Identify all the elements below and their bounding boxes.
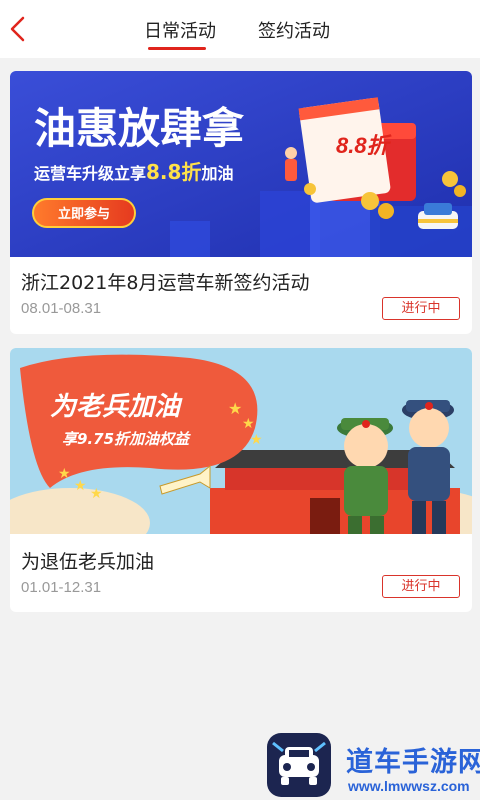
join-now-button[interactable]: 立即参与 [58,206,110,222]
ticket-discount-label: 8.8折 [336,133,393,158]
activity-date: 01.01-12.31 [21,579,102,596]
svg-text:★: ★ [74,478,87,494]
tab-contract-activities[interactable]: 签约活动 [258,17,330,43]
banner-subline: 运营车升级立享8.8折加油 [34,160,233,184]
active-tab-indicator [148,47,206,50]
svg-text:★: ★ [58,466,71,482]
svg-text:★: ★ [90,486,103,502]
banner-headline: 为老兵加油 [50,392,183,422]
status-badge: 进行中 [382,297,460,320]
svg-text:★: ★ [242,416,255,432]
activity-card[interactable]: 为老兵加油 享9.75折加油权益 ★ ★ ★ ★ ★ ★ 为退伍老兵加油 01.… [10,348,472,612]
activity-title: 浙江2021年8月运营车新签约活动 [21,272,310,294]
top-bar: 日常活动 签约活动 [0,0,480,58]
tab-daily-activities[interactable]: 日常活动 [144,17,216,43]
watermark-name: 道车手游网 [346,747,480,778]
car-logo-icon [267,733,331,797]
site-watermark: 道车手游网 www.lmwwsz.com [266,730,480,800]
watermark-url: www.lmwwsz.com [348,778,470,794]
svg-text:★: ★ [228,399,242,418]
status-badge: 进行中 [382,575,460,598]
activity-card[interactable]: 8.8折 油惠放肆拿 运营车升级立享8.8折加油 立即参与 浙江2021年8月运… [10,71,472,334]
activity-date: 08.01-08.31 [21,300,102,317]
veteran-fuel-banner[interactable]: 为老兵加油 享9.75折加油权益 ★ ★ ★ ★ ★ ★ [10,348,472,534]
fuel-discount-banner[interactable]: 8.8折 油惠放肆拿 运营车升级立享8.8折加油 立即参与 [10,71,472,257]
activity-tabs: 日常活动 签约活动 [0,0,480,58]
activity-title: 为退伍老兵加油 [21,551,155,573]
svg-text:★: ★ [250,432,263,448]
banner-subline: 享9.75折加油权益 [62,430,191,448]
banner-headline: 油惠放肆拿 [34,104,245,153]
